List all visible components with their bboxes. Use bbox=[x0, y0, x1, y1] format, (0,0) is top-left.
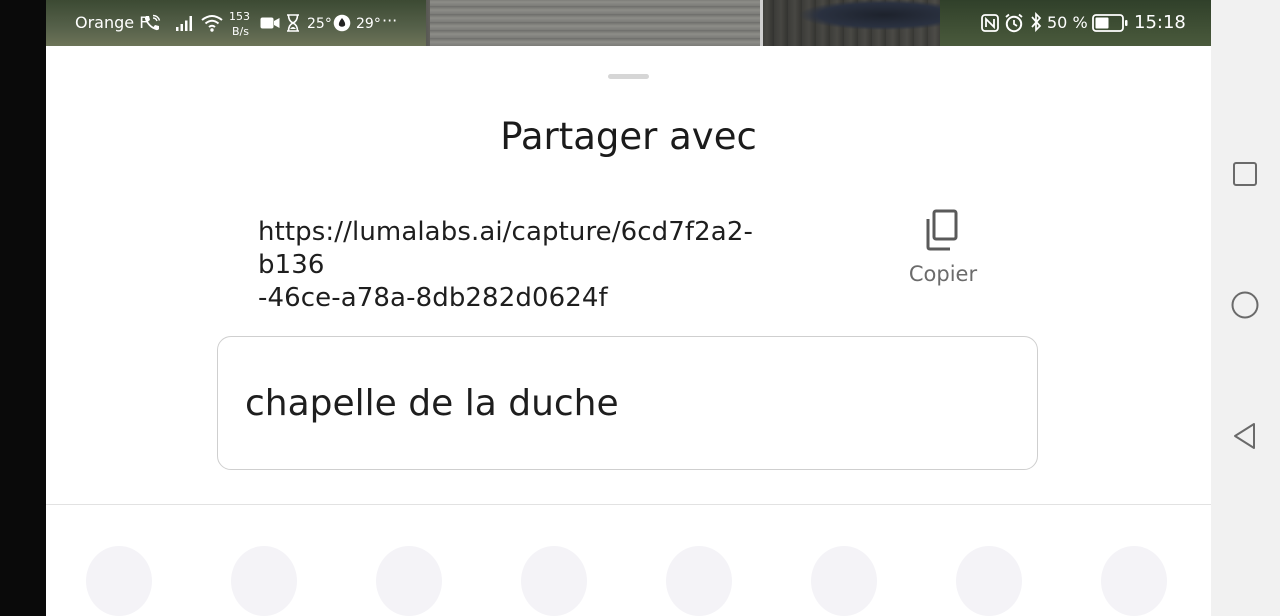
square-icon bbox=[1230, 159, 1260, 193]
battery-icon bbox=[1092, 14, 1128, 32]
divider bbox=[46, 504, 1211, 505]
more-notifications: ··· bbox=[382, 11, 398, 30]
carrier-label: Orange F bbox=[75, 13, 149, 32]
drag-handle[interactable] bbox=[608, 74, 649, 79]
home-button[interactable] bbox=[1226, 288, 1264, 326]
alarm-icon bbox=[1004, 13, 1024, 33]
clock: 15:18 bbox=[1134, 12, 1186, 33]
app-icon-placeholder[interactable] bbox=[231, 546, 297, 616]
share-link: https://lumalabs.ai/capture/6cd7f2a2-b13… bbox=[258, 216, 818, 315]
app-icon-placeholder[interactable] bbox=[1101, 546, 1167, 616]
video-camera-icon bbox=[260, 16, 280, 30]
app-icon-placeholder[interactable] bbox=[86, 546, 152, 616]
status-bar: Orange F 153 B/s 25° 29° ··· 50 % 15:18 bbox=[46, 0, 1211, 46]
nfc-icon bbox=[981, 14, 999, 32]
temperature-1: 25° bbox=[307, 16, 332, 32]
capture-name-field[interactable] bbox=[217, 336, 1038, 470]
app-icon-placeholder[interactable] bbox=[811, 546, 877, 616]
recent-apps-button[interactable] bbox=[1226, 157, 1264, 195]
share-sheet: Partager avec https://lumalabs.ai/captur… bbox=[46, 46, 1211, 616]
copy-icon bbox=[923, 208, 963, 252]
temperature-2: 29° bbox=[356, 16, 381, 32]
signal-icon bbox=[175, 15, 195, 31]
triangle-back-icon bbox=[1230, 421, 1260, 455]
back-button[interactable] bbox=[1226, 419, 1264, 457]
share-sheet-title: Partager avec bbox=[500, 115, 757, 158]
copy-button[interactable]: Copier bbox=[896, 206, 990, 290]
app-icon-placeholder[interactable] bbox=[666, 546, 732, 616]
share-link-line-1: https://lumalabs.ai/capture/6cd7f2a2-b13… bbox=[258, 217, 753, 280]
app-icon-placeholder[interactable] bbox=[521, 546, 587, 616]
hourglass-icon bbox=[286, 14, 300, 32]
battery-percent: 50 % bbox=[1047, 13, 1088, 32]
weather-icon bbox=[333, 14, 351, 32]
net-speed-unit: B/s bbox=[232, 25, 249, 38]
circle-icon bbox=[1230, 290, 1260, 324]
net-speed-value: 153 bbox=[229, 10, 250, 23]
share-link-line-2: -46ce-a78a-8db282d0624f bbox=[258, 283, 608, 313]
wifi-calling-icon bbox=[143, 14, 161, 32]
app-icon-placeholder[interactable] bbox=[376, 546, 442, 616]
wifi-icon bbox=[200, 13, 224, 33]
app-icon-placeholder[interactable] bbox=[956, 546, 1022, 616]
copy-label: Copier bbox=[908, 262, 978, 286]
bluetooth-icon bbox=[1029, 12, 1043, 32]
left-edge bbox=[0, 0, 46, 616]
